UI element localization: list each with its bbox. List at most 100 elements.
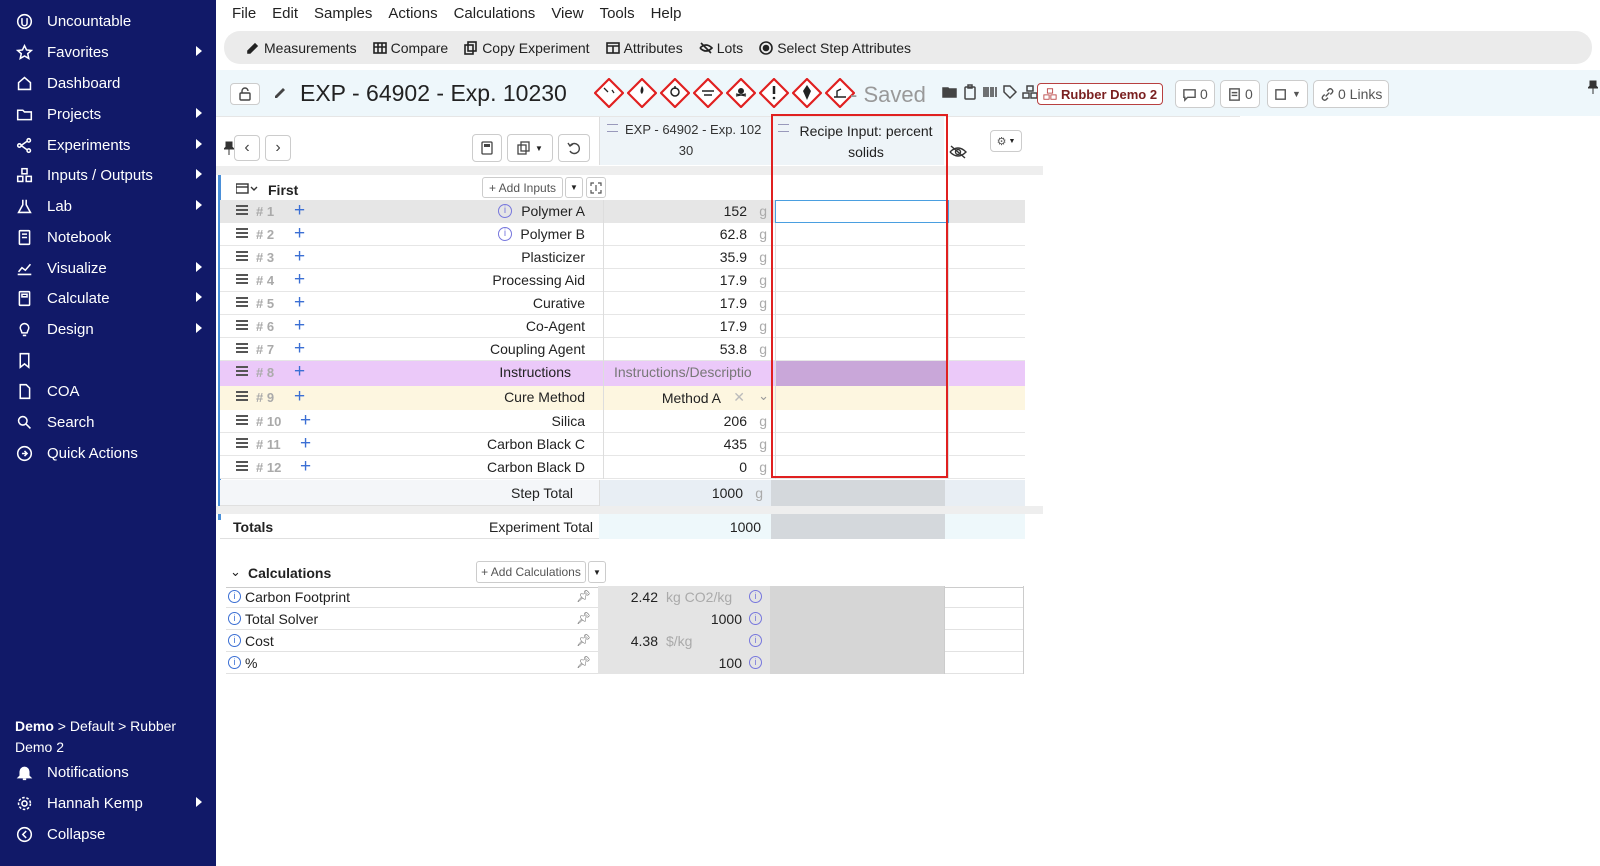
- pin-icon[interactable]: 📌︎: [576, 655, 591, 669]
- recipe-cell[interactable]: [775, 386, 949, 412]
- cubes-icon[interactable]: [1022, 84, 1038, 100]
- pin-icon[interactable]: [1588, 80, 1598, 94]
- drag-handle-icon[interactable]: [236, 205, 248, 215]
- menu-samples[interactable]: Samples: [314, 5, 372, 22]
- sidebar-item-notebook[interactable]: Notebook: [0, 222, 216, 252]
- value-cell[interactable]: 17.9 g: [603, 269, 775, 292]
- drag-handle-icon[interactable]: [236, 251, 248, 261]
- add-row-icon[interactable]: +: [294, 200, 305, 222]
- ingredient-name[interactable]: Cure Method: [504, 389, 585, 405]
- breadcrumb[interactable]: Demo > Default > Rubber Demo 2: [15, 716, 205, 758]
- recipe-cell[interactable]: [775, 433, 949, 456]
- info-icon[interactable]: i: [228, 590, 241, 603]
- ingredient-name[interactable]: Coupling Agent: [490, 341, 585, 357]
- sidebar-item-projects[interactable]: Projects: [0, 99, 216, 129]
- add-row-icon[interactable]: +: [294, 361, 305, 383]
- sidebar-item-dashboard[interactable]: Dashboard: [0, 68, 216, 98]
- add-calculations-dropdown[interactable]: ▼: [588, 561, 606, 583]
- oxidizer-hazard-icon[interactable]: [660, 78, 690, 108]
- info-icon[interactable]: i: [228, 656, 241, 669]
- add-row-icon[interactable]: +: [294, 246, 305, 268]
- clipboard-icon[interactable]: [962, 84, 978, 100]
- toolbar-compare-button[interactable]: Compare: [372, 40, 448, 56]
- sidebar-notifications[interactable]: Notifications: [0, 757, 216, 787]
- info-icon[interactable]: i: [749, 634, 762, 647]
- recipe-cell[interactable]: [775, 246, 949, 269]
- info-icon[interactable]: i: [749, 656, 762, 669]
- value-cell[interactable]: 17.9 g: [603, 292, 775, 315]
- sidebar-user[interactable]: Hannah Kemp: [0, 788, 216, 818]
- toolbar-measurements-button[interactable]: Measurements: [246, 40, 357, 56]
- sidebar-item-inputs-outputs[interactable]: Inputs / Outputs: [0, 160, 216, 190]
- value-cell[interactable]: 35.9 g: [603, 246, 775, 269]
- menu-view[interactable]: View: [551, 5, 583, 22]
- recipe-cell[interactable]: [775, 456, 949, 479]
- ingredient-name[interactable]: Polymer A: [521, 203, 585, 219]
- step-type-icon[interactable]: [236, 183, 260, 195]
- flammable-hazard-icon[interactable]: [627, 78, 657, 108]
- add-row-icon[interactable]: +: [294, 223, 305, 245]
- value-cell[interactable]: 53.8 g: [603, 338, 775, 361]
- pin-icon[interactable]: 📌︎: [576, 589, 591, 603]
- recipe-cell[interactable]: [775, 292, 949, 315]
- health-hazard-icon[interactable]: [792, 78, 822, 108]
- recipe-cell[interactable]: [775, 223, 949, 246]
- add-row-icon[interactable]: +: [300, 456, 311, 478]
- corrosive-hazard-icon[interactable]: [594, 78, 624, 108]
- info-icon[interactable]: i: [498, 227, 512, 241]
- ingredient-name[interactable]: Processing Aid: [492, 272, 585, 288]
- edit-title-icon[interactable]: [272, 85, 288, 101]
- value-cell[interactable]: 17.9 g: [603, 315, 775, 338]
- menu-calculations[interactable]: Calculations: [454, 5, 536, 22]
- experiment-column-header[interactable]: EXP - 64902 - Exp. 102 30: [599, 117, 771, 165]
- ingredient-name[interactable]: Carbon Black C: [487, 436, 585, 452]
- sidebar-item-search[interactable]: Search: [0, 407, 216, 437]
- info-icon[interactable]: i: [228, 634, 241, 647]
- pin-icon[interactable]: 📌︎: [576, 633, 591, 647]
- drag-handle-icon[interactable]: [236, 274, 248, 284]
- info-icon[interactable]: i: [749, 590, 762, 603]
- add-calculations-button[interactable]: + Add Calculations: [476, 561, 586, 583]
- add-inputs-button[interactable]: + Add Inputs: [482, 177, 563, 198]
- table-row[interactable]: # 7 + Coupling Agent 53.8 g: [220, 338, 1025, 361]
- sidebar-item-calculate[interactable]: Calculate: [0, 283, 216, 313]
- toolbar-copy-experiment-button[interactable]: Copy Experiment: [464, 40, 590, 56]
- scan-button[interactable]: [586, 177, 606, 198]
- value-cell[interactable]: 435 g: [603, 433, 775, 456]
- add-row-icon[interactable]: +: [300, 410, 311, 432]
- recipe-cell[interactable]: [775, 361, 949, 387]
- column-settings-dropdown[interactable]: ⚙ ▼: [990, 130, 1022, 152]
- chevron-down-icon[interactable]: ⌄: [758, 388, 769, 404]
- drag-handle-icon[interactable]: [236, 366, 248, 376]
- ingredient-name[interactable]: Plasticizer: [521, 249, 585, 265]
- table-row[interactable]: # 12 + Carbon Black D 0g: [220, 456, 1025, 479]
- unlock-button[interactable]: [230, 83, 260, 105]
- value-cell[interactable]: 0g: [603, 456, 775, 479]
- sidebar-item-favorites[interactable]: Favorites: [0, 37, 216, 67]
- sidebar-item-design[interactable]: Design: [0, 314, 216, 344]
- menu-file[interactable]: File: [232, 5, 256, 22]
- clear-icon[interactable]: ✕: [733, 389, 745, 406]
- table-row[interactable]: # 6 + Co-Agent 17.9 g: [220, 315, 1025, 338]
- ingredient-name[interactable]: Instructions: [499, 364, 571, 380]
- menu-tools[interactable]: Tools: [600, 5, 635, 22]
- calculation-row[interactable]: i Total Solver 📌︎ 1000 i: [226, 608, 1024, 630]
- value-cell[interactable]: 62.8 g: [603, 223, 775, 246]
- calculation-row[interactable]: i Cost 📌︎ 4.38 $/kg i: [226, 630, 1024, 652]
- barcode-icon[interactable]: [982, 84, 998, 100]
- sidebar-item-coa[interactable]: COA: [0, 376, 216, 406]
- add-row-icon[interactable]: +: [294, 338, 305, 360]
- ingredient-name[interactable]: Curative: [533, 295, 585, 311]
- pin-icon[interactable]: 📌︎: [576, 611, 591, 625]
- info-icon[interactable]: i: [749, 612, 762, 625]
- add-inputs-dropdown[interactable]: ▼: [565, 177, 583, 198]
- sidebar-item-bookmarks[interactable]: [0, 345, 216, 375]
- table-row[interactable]: # 10 + Silica 206 g: [220, 410, 1025, 433]
- info-icon[interactable]: i: [228, 612, 241, 625]
- drag-handle-icon[interactable]: [236, 228, 248, 238]
- next-button[interactable]: ›: [265, 135, 291, 161]
- table-row[interactable]: # 4 + Processing Aid 17.9 g: [220, 269, 1025, 292]
- menu-edit[interactable]: Edit: [272, 5, 298, 22]
- drag-handle-icon[interactable]: [236, 391, 248, 401]
- toolbar-select-step-attributes-button[interactable]: Select Step Attributes: [759, 40, 911, 56]
